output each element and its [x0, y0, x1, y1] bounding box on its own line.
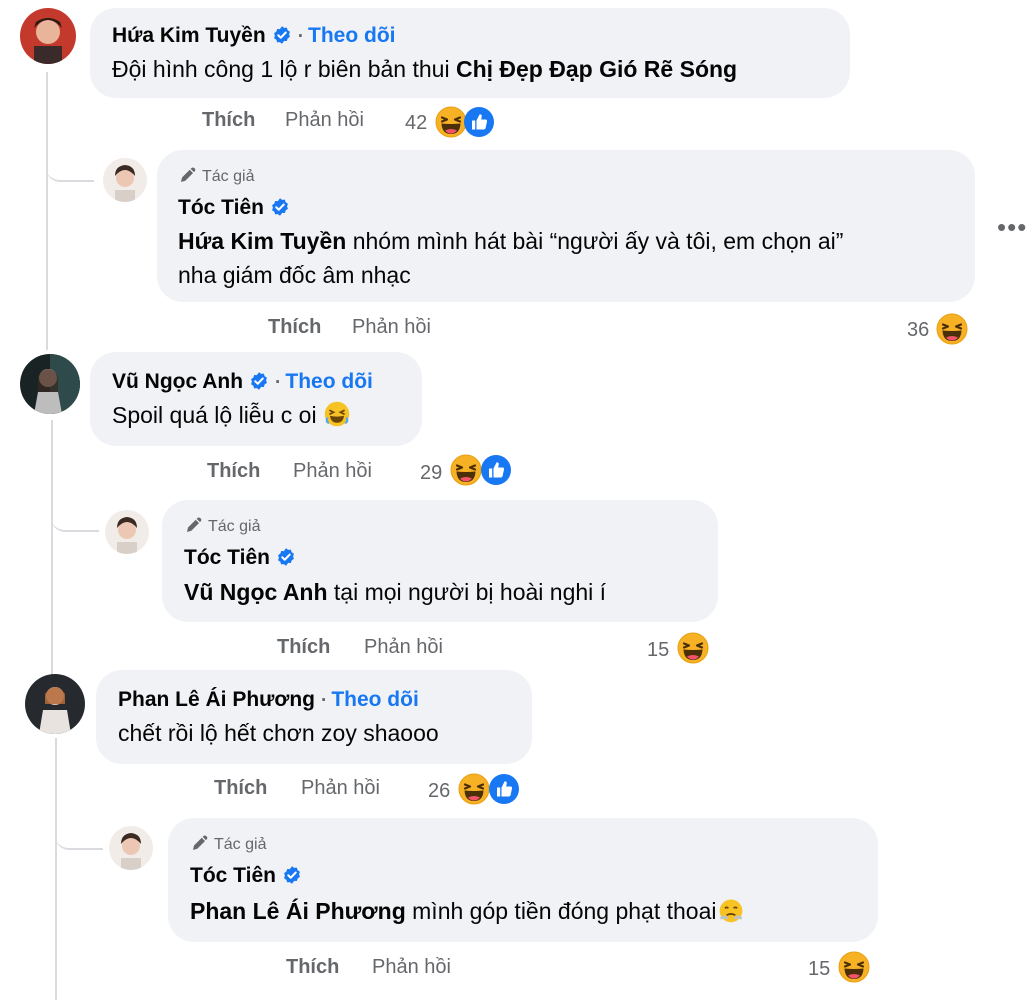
reaction-count[interactable]: 29	[420, 462, 442, 485]
comment-header: Phan Lê Ái Phương · Theo dõi	[118, 688, 419, 712]
like-button[interactable]: Thích	[277, 636, 330, 659]
verified-badge-icon	[282, 865, 302, 885]
comment-text-line2: nha giám đốc âm nhạc	[178, 262, 411, 288]
author-name[interactable]: Vũ Ngọc Anh	[112, 370, 243, 393]
like-button[interactable]: Thích	[214, 777, 267, 800]
reply-button[interactable]: Phản hồi	[293, 460, 372, 483]
verified-badge-icon	[270, 197, 290, 217]
thread-line	[51, 420, 53, 675]
like-reaction-icon	[488, 773, 520, 805]
author-name[interactable]: Tóc Tiên	[178, 196, 264, 219]
comment-header: Tóc Tiên	[190, 864, 302, 888]
mention-link[interactable]: Chị Đẹp Đạp Gió Rẽ Sóng	[456, 56, 737, 82]
verified-badge-icon	[249, 371, 269, 391]
reaction-count[interactable]: 15	[808, 958, 830, 981]
comment-text: Hứa Kim Tuyền nhóm mình hát bài “người ấ…	[178, 228, 844, 254]
reaction-count[interactable]: 42	[405, 112, 427, 135]
avatar[interactable]	[109, 826, 153, 870]
follow-button[interactable]: Theo dõi	[308, 24, 396, 47]
haha-reaction-icon	[458, 773, 490, 805]
reply-connector	[51, 500, 99, 532]
avatar[interactable]	[25, 674, 85, 734]
thread-line	[46, 72, 48, 350]
reply-button[interactable]: Phản hồi	[301, 777, 380, 800]
like-reaction-icon	[480, 454, 512, 486]
author-tag: Tác giả	[184, 515, 260, 536]
avatar[interactable]	[20, 354, 80, 414]
like-reaction-icon	[463, 106, 495, 138]
reply-connector	[46, 150, 94, 182]
avatar[interactable]	[20, 8, 76, 64]
comment-text: Vũ Ngọc Anh tại mọi người bị hoài nghi í	[184, 579, 607, 605]
haha-reaction-icon	[838, 951, 870, 983]
reaction-count[interactable]: 26	[428, 780, 450, 803]
avatar[interactable]	[105, 510, 149, 554]
author-name[interactable]: Hứa Kim Tuyền	[112, 24, 266, 47]
haha-reaction-icon	[936, 313, 968, 345]
comment-text: Phan Lê Ái Phương mình góp tiền đóng phạ…	[190, 894, 745, 928]
steam-face-emoji-icon	[717, 896, 745, 924]
author-name[interactable]: Tóc Tiên	[184, 546, 270, 569]
reply-button[interactable]: Phản hồi	[352, 316, 431, 339]
separator: ·	[320, 690, 328, 711]
reply-button[interactable]: Phản hồi	[364, 636, 443, 659]
author-name[interactable]: Phan Lê Ái Phương	[118, 688, 315, 711]
mention-link[interactable]: Phan Lê Ái Phương	[190, 898, 406, 924]
mention-link[interactable]: Vũ Ngọc Anh	[184, 579, 328, 605]
author-name[interactable]: Tóc Tiên	[190, 864, 276, 887]
comment-text: Đội hình công 1 lộ r biên bản thui Chị Đ…	[112, 56, 738, 82]
comment-header: Vũ Ngọc Anh · Theo dõi	[112, 370, 373, 394]
like-button[interactable]: Thích	[207, 460, 260, 483]
comment-header: Tóc Tiên	[184, 546, 296, 570]
reply-button[interactable]: Phản hồi	[372, 956, 451, 979]
reply-button[interactable]: Phản hồi	[285, 109, 364, 132]
like-button[interactable]: Thích	[286, 956, 339, 979]
haha-reaction-icon	[450, 454, 482, 486]
comment-header: Hứa Kim Tuyền · Theo dõi	[112, 24, 396, 48]
haha-reaction-icon	[677, 632, 709, 664]
author-tag: Tác giả	[178, 165, 254, 186]
mention-link[interactable]: Hứa Kim Tuyền	[178, 228, 346, 254]
reaction-count[interactable]: 36	[907, 319, 929, 342]
pencil-icon	[190, 833, 210, 853]
rolling-laughing-emoji-icon	[323, 400, 351, 428]
more-options-icon[interactable]: •••	[997, 212, 1027, 243]
verified-badge-icon	[276, 547, 296, 567]
separator: ·	[275, 372, 282, 393]
comment-text: chết rồi lộ hết chơn zoy shaooo	[118, 720, 439, 746]
reaction-count[interactable]: 15	[647, 639, 669, 662]
thread-line	[55, 738, 57, 1000]
follow-button[interactable]: Theo dõi	[331, 688, 419, 711]
follow-button[interactable]: Theo dõi	[285, 370, 373, 393]
pencil-icon	[184, 515, 204, 535]
author-tag: Tác giả	[190, 833, 266, 854]
comment-header: Tóc Tiên	[178, 196, 290, 220]
reply-connector	[55, 818, 103, 850]
avatar[interactable]	[103, 158, 147, 202]
like-button[interactable]: Thích	[202, 109, 255, 132]
pencil-icon	[178, 165, 198, 185]
separator: ·	[297, 26, 305, 47]
comment-text: Spoil quá lộ liễu c oi	[112, 398, 351, 432]
verified-badge-icon	[272, 25, 292, 45]
like-button[interactable]: Thích	[268, 316, 321, 339]
